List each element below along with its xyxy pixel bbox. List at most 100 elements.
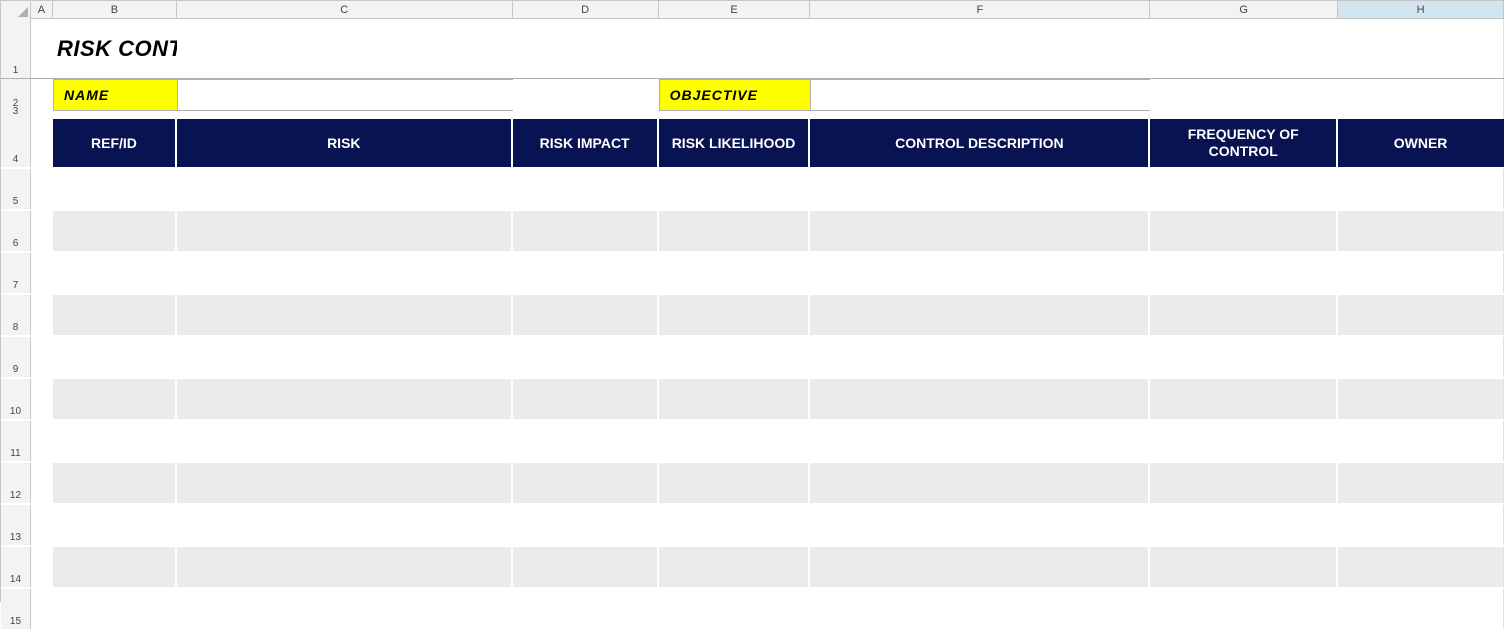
cell-A7[interactable]: [31, 253, 53, 293]
col-header-A[interactable]: A: [31, 1, 53, 18]
cell-owner[interactable]: [1338, 589, 1504, 629]
cell-control-description[interactable]: [810, 589, 1150, 629]
th-frequency-of-control[interactable]: FREQUENCY OF CONTROL: [1150, 119, 1338, 167]
cell-frequency-of-control[interactable]: [1150, 547, 1338, 587]
cell-ref-id[interactable]: [53, 169, 177, 209]
cell-frequency-of-control[interactable]: [1150, 589, 1338, 629]
cell-frequency-of-control[interactable]: [1150, 505, 1338, 545]
cell-G3[interactable]: [1150, 111, 1338, 119]
cell-ref-id[interactable]: [53, 211, 177, 251]
cell-E1[interactable]: [659, 19, 811, 78]
cell-frequency-of-control[interactable]: [1150, 253, 1338, 293]
cell-A8[interactable]: [31, 295, 53, 335]
cell-frequency-of-control[interactable]: [1150, 211, 1338, 251]
col-header-H[interactable]: H: [1338, 1, 1504, 18]
th-risk-likelihood[interactable]: RISK LIKELIHOOD: [659, 119, 811, 167]
cell-risk-impact[interactable]: [513, 589, 659, 629]
row-header-3[interactable]: 3: [1, 111, 31, 119]
cell-D3[interactable]: [513, 111, 659, 119]
cell-D2[interactable]: [513, 79, 659, 111]
row-header-8[interactable]: 8: [1, 295, 31, 335]
cell-A12[interactable]: [31, 463, 53, 503]
cell-A3[interactable]: [31, 111, 53, 119]
cell-owner[interactable]: [1338, 337, 1504, 377]
row-header-7[interactable]: 7: [1, 253, 31, 293]
cell-risk-likelihood[interactable]: [659, 589, 811, 629]
cell-risk[interactable]: [177, 337, 513, 377]
cell-G1[interactable]: [1150, 19, 1338, 78]
col-header-C[interactable]: C: [177, 1, 513, 18]
cell-risk[interactable]: [177, 253, 513, 293]
cell-frequency-of-control[interactable]: [1150, 295, 1338, 335]
cell-frequency-of-control[interactable]: [1150, 169, 1338, 209]
cell-control-description[interactable]: [810, 421, 1150, 461]
cell-risk[interactable]: [177, 421, 513, 461]
row-header-4[interactable]: 4: [1, 119, 31, 167]
cell-A15[interactable]: [31, 589, 53, 629]
cell-risk[interactable]: [177, 463, 513, 503]
cell-risk[interactable]: [177, 505, 513, 545]
cell-A9[interactable]: [31, 337, 53, 377]
cell-A10[interactable]: [31, 379, 53, 419]
cell-ref-id[interactable]: [53, 421, 177, 461]
cell-F3[interactable]: [810, 111, 1150, 119]
objective-input[interactable]: [810, 79, 1150, 111]
cell-owner[interactable]: [1338, 379, 1504, 419]
cell-risk-likelihood[interactable]: [659, 253, 811, 293]
cell-owner[interactable]: [1338, 421, 1504, 461]
cell-risk-likelihood[interactable]: [659, 337, 811, 377]
cell-risk-impact[interactable]: [513, 337, 659, 377]
row-header-6[interactable]: 6: [1, 211, 31, 251]
cell-A14[interactable]: [31, 547, 53, 587]
cell-ref-id[interactable]: [53, 379, 177, 419]
select-all-corner[interactable]: [1, 1, 31, 19]
cell-A5[interactable]: [31, 169, 53, 209]
cell-C1[interactable]: [177, 19, 513, 78]
cell-control-description[interactable]: [810, 379, 1150, 419]
cell-frequency-of-control[interactable]: [1150, 421, 1338, 461]
row-header-11[interactable]: 11: [1, 421, 31, 461]
cell-H3[interactable]: [1338, 111, 1504, 119]
cell-ref-id[interactable]: [53, 337, 177, 377]
cell-H1[interactable]: [1338, 19, 1504, 78]
cell-A13[interactable]: [31, 505, 53, 545]
cell-risk[interactable]: [177, 295, 513, 335]
cell-owner[interactable]: [1338, 295, 1504, 335]
cell-A1[interactable]: [31, 19, 53, 78]
row-header-14[interactable]: 14: [1, 547, 31, 587]
cell-risk[interactable]: [177, 589, 513, 629]
cell-risk-impact[interactable]: [513, 421, 659, 461]
col-header-F[interactable]: F: [810, 1, 1150, 18]
th-owner[interactable]: OWNER: [1338, 119, 1504, 167]
cell-frequency-of-control[interactable]: [1150, 463, 1338, 503]
cell-A4[interactable]: [31, 119, 53, 167]
cell-owner[interactable]: [1338, 211, 1504, 251]
cell-risk-impact[interactable]: [513, 253, 659, 293]
cell-risk-impact[interactable]: [513, 463, 659, 503]
cell-owner[interactable]: [1338, 169, 1504, 209]
cell-C3[interactable]: [177, 111, 513, 119]
cell-risk[interactable]: [177, 169, 513, 209]
cell-control-description[interactable]: [810, 211, 1150, 251]
th-ref-id[interactable]: REF/ID: [53, 119, 177, 167]
cell-risk-impact[interactable]: [513, 547, 659, 587]
objective-label[interactable]: OBJECTIVE: [659, 79, 811, 111]
col-header-G[interactable]: G: [1150, 1, 1338, 18]
col-header-B[interactable]: B: [53, 1, 177, 18]
cell-ref-id[interactable]: [53, 589, 177, 629]
cell-risk[interactable]: [177, 211, 513, 251]
cell-owner[interactable]: [1338, 253, 1504, 293]
cell-frequency-of-control[interactable]: [1150, 379, 1338, 419]
cell-owner[interactable]: [1338, 547, 1504, 587]
cell-risk-likelihood[interactable]: [659, 421, 811, 461]
row-header-10[interactable]: 10: [1, 379, 31, 419]
cell-risk-likelihood[interactable]: [659, 463, 811, 503]
row-header-9[interactable]: 9: [1, 337, 31, 377]
cell-F1[interactable]: [811, 19, 1151, 78]
cell-B1-title[interactable]: RISK CONTROL MATRIX: [53, 19, 177, 78]
cell-G2[interactable]: [1150, 79, 1338, 111]
cell-ref-id[interactable]: [53, 463, 177, 503]
cell-risk[interactable]: [177, 379, 513, 419]
th-risk[interactable]: RISK: [177, 119, 513, 167]
cell-risk-impact[interactable]: [513, 505, 659, 545]
